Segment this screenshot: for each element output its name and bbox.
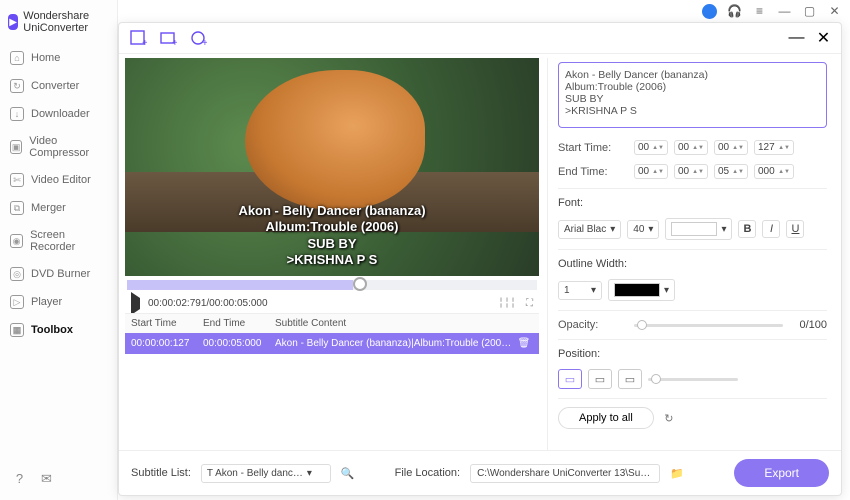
chevron-down-icon: ▾	[591, 285, 596, 296]
end-ms-stepper[interactable]: 000▲▼	[754, 164, 794, 179]
close-app-icon[interactable]: ✕	[827, 4, 842, 19]
delete-row-icon[interactable]: 🗑	[515, 338, 533, 349]
position-bottom-button[interactable]: ▭	[558, 369, 582, 389]
subtitle-list-select[interactable]: T Akon - Belly danc… ▾	[201, 464, 331, 483]
sync-icon: ↻	[10, 79, 24, 93]
sidebar-item-recorder[interactable]: ◉Screen Recorder	[0, 222, 117, 260]
home-icon: ⌂	[10, 51, 24, 65]
font-color-select[interactable]: ▾	[665, 218, 732, 240]
sidebar-item-home[interactable]: ⌂Home	[0, 44, 117, 72]
sidebar-item-converter[interactable]: ↻Converter	[0, 72, 117, 100]
apply-all-button[interactable]: Apply to all	[558, 407, 654, 429]
logo-icon: ▶	[8, 14, 18, 30]
ai-subtitle-icon[interactable]: +	[189, 29, 207, 47]
scissors-icon: ✄	[10, 173, 24, 187]
end-time-label: End Time:	[558, 166, 628, 178]
avatar[interactable]	[702, 4, 717, 19]
start-sec-stepper[interactable]: 00▲▼	[714, 140, 748, 155]
grid-icon: ▦	[10, 323, 24, 337]
export-button[interactable]: Export	[734, 459, 829, 487]
folder-open-icon[interactable]: 📁	[670, 467, 684, 480]
search-icon[interactable]: 🔍	[341, 467, 355, 480]
font-size-select[interactable]: 40 ▾	[627, 220, 659, 239]
subtitle-text-input[interactable]	[558, 62, 827, 128]
subtitle-list-label: Subtitle List:	[131, 467, 191, 479]
add-subtitle-icon[interactable]: +	[159, 29, 177, 47]
sidebar-item-player[interactable]: ▷Player	[0, 288, 117, 316]
headset-icon[interactable]: 🎧	[727, 4, 742, 19]
position-top-button[interactable]: ▭	[618, 369, 642, 389]
sidebar-item-merger[interactable]: ⧉Merger	[0, 194, 117, 222]
end-min-stepper[interactable]: 00▲▼	[674, 164, 708, 179]
svg-text:+: +	[172, 38, 177, 47]
seek-track[interactable]	[127, 280, 537, 290]
maximize-icon[interactable]: ▢	[802, 4, 817, 19]
position-slider[interactable]	[648, 378, 738, 381]
italic-button[interactable]: I	[762, 220, 780, 238]
start-hour-stepper[interactable]: 00▲▼	[634, 140, 668, 155]
chevron-down-icon: ▾	[307, 468, 312, 479]
message-icon[interactable]: ✉	[39, 471, 54, 486]
download-icon: ↓	[10, 107, 24, 121]
start-time-label: Start Time:	[558, 142, 628, 154]
file-location-label: File Location:	[395, 467, 460, 479]
font-family-select[interactable]: Arial Blac ▾	[558, 220, 621, 239]
outline-color-select[interactable]: ▾	[608, 279, 675, 301]
svg-text:+: +	[142, 38, 147, 47]
sidebar-item-compressor[interactable]: ▣Video Compressor	[0, 128, 117, 166]
subtitle-row[interactable]: 00:00:00:127 00:00:05:000 Akon - Belly D…	[125, 333, 539, 354]
end-sec-stepper[interactable]: 05▲▼	[714, 164, 748, 179]
add-file-icon[interactable]: +	[129, 29, 147, 47]
subtitle-table-header: Start Time End Time Subtitle Content	[125, 314, 539, 333]
start-min-stepper[interactable]: 00▲▼	[674, 140, 708, 155]
file-location-field[interactable]: C:\Wondershare UniConverter 13\SubEd…	[470, 464, 660, 483]
outline-label: Outline Width:	[558, 258, 827, 270]
app-title: Wondershare UniConverter	[23, 10, 109, 34]
record-icon: ◉	[10, 234, 23, 248]
sidebar-item-toolbox[interactable]: ▦Toolbox	[0, 316, 117, 344]
subtitle-overlay: Akon - Belly Dancer (bananza) Album:Trou…	[125, 203, 539, 268]
play-icon: ▷	[10, 295, 24, 309]
font-label: Font:	[558, 197, 827, 209]
position-label: Position:	[558, 348, 827, 360]
compress-icon: ▣	[10, 140, 22, 154]
help-icon[interactable]: ?	[12, 471, 27, 486]
subtitle-editor-modal: + + + ― ✕ Akon - Belly Dancer (bananza) …	[118, 22, 842, 496]
disc-icon: ◎	[10, 267, 24, 281]
position-middle-button[interactable]: ▭	[588, 369, 612, 389]
svg-text:+: +	[202, 38, 207, 47]
chevron-down-icon: ▾	[610, 224, 615, 235]
chevron-down-icon: ▾	[721, 224, 726, 235]
waveform-icon[interactable]: ╎╎╎	[498, 298, 516, 309]
play-button[interactable]	[131, 298, 140, 309]
fullscreen-icon[interactable]: ⛶	[526, 298, 533, 309]
outline-width-select[interactable]: 1 ▾	[558, 281, 602, 300]
end-hour-stepper[interactable]: 00▲▼	[634, 164, 668, 179]
chevron-down-icon: ▾	[664, 285, 669, 296]
merge-icon: ⧉	[10, 201, 24, 215]
opacity-slider[interactable]	[634, 324, 783, 327]
seek-knob[interactable]	[353, 277, 367, 291]
modal-minimize-icon[interactable]: ―	[789, 31, 804, 46]
refresh-icon[interactable]: ↻	[660, 409, 678, 427]
app-logo: ▶ Wondershare UniConverter	[0, 6, 117, 44]
titlebar: 🎧 ≡ ― ▢ ✕	[118, 0, 850, 22]
time-label: 00:00:02:791/00:00:05:000	[148, 298, 268, 309]
opacity-label: Opacity:	[558, 319, 628, 331]
chevron-down-icon: ▾	[648, 224, 653, 235]
opacity-value: 0/100	[789, 319, 827, 331]
sidebar: ▶ Wondershare UniConverter ⌂Home ↻Conver…	[0, 0, 118, 500]
modal-close-icon[interactable]: ✕	[816, 31, 831, 46]
sidebar-item-editor[interactable]: ✄Video Editor	[0, 166, 117, 194]
sidebar-item-dvd[interactable]: ◎DVD Burner	[0, 260, 117, 288]
sidebar-item-downloader[interactable]: ↓Downloader	[0, 100, 117, 128]
start-ms-stepper[interactable]: 127▲▼	[754, 140, 794, 155]
underline-button[interactable]: U	[786, 220, 804, 238]
bold-button[interactable]: B	[738, 220, 756, 238]
video-preview[interactable]: Akon - Belly Dancer (bananza) Album:Trou…	[125, 58, 539, 276]
menu-icon[interactable]: ≡	[752, 4, 767, 19]
minimize-icon[interactable]: ―	[777, 4, 792, 19]
